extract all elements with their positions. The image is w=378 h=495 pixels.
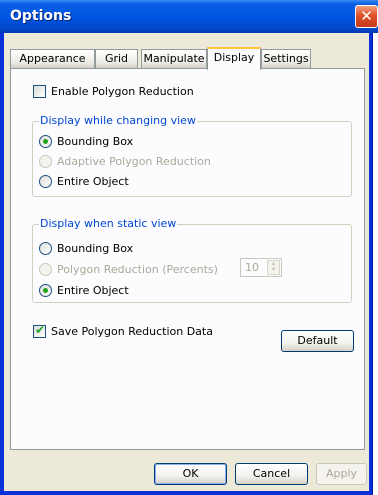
- display-tab-panel: Enable Polygon Reduction Display while c…: [10, 68, 365, 450]
- radio-label: Polygon Reduction (Percents): [57, 262, 218, 276]
- static-polygon-reduction-radio: Polygon Reduction (Percents): [39, 261, 218, 277]
- default-button[interactable]: Default: [281, 330, 354, 352]
- close-button[interactable]: ✕: [355, 5, 378, 28]
- window-title: Options: [10, 8, 72, 24]
- cancel-button[interactable]: Cancel: [235, 463, 308, 485]
- save-reduction-data-label: Save Polygon Reduction Data: [51, 324, 213, 338]
- tab-manipulate[interactable]: Manipulate: [141, 49, 207, 68]
- static-entire-object-radio[interactable]: Entire Object: [39, 282, 129, 298]
- checkbox-box[interactable]: [33, 84, 46, 98]
- tab-settings[interactable]: Settings: [261, 49, 311, 68]
- title-bar[interactable]: Options: [0, 0, 378, 33]
- enable-polygon-reduction-label: Enable Polygon Reduction: [51, 84, 194, 98]
- changing-view-group-title: Display while changing view: [39, 114, 197, 127]
- apply-button: Apply: [316, 463, 367, 485]
- percent-spinbox: 10 ▲ ▼: [240, 258, 282, 277]
- radio-button[interactable]: [39, 241, 52, 255]
- checkmark-icon: ✔: [35, 322, 46, 337]
- changing-adaptive-reduction-radio: Adaptive Polygon Reduction: [39, 153, 211, 169]
- static-view-group-title: Display when static view: [39, 217, 178, 230]
- changing-entire-object-radio[interactable]: Entire Object: [39, 173, 129, 189]
- changing-bounding-box-radio[interactable]: Bounding Box: [39, 133, 133, 149]
- tab-appearance[interactable]: Appearance: [10, 49, 95, 68]
- radio-label: Bounding Box: [57, 241, 134, 255]
- enable-polygon-reduction-checkbox[interactable]: Enable Polygon Reduction: [33, 83, 194, 99]
- ok-button[interactable]: OK: [154, 463, 227, 485]
- radio-label: Entire Object: [57, 174, 129, 188]
- tab-display[interactable]: Display: [207, 47, 261, 70]
- radio-button[interactable]: [39, 174, 52, 188]
- dialog-body: Appearance Grid Manipulate Display Setti…: [4, 33, 369, 491]
- close-icon: ✕: [360, 7, 373, 25]
- radio-button: [39, 154, 52, 168]
- static-bounding-box-radio[interactable]: Bounding Box: [39, 240, 133, 256]
- spin-arrows-icon: ▲ ▼: [267, 260, 280, 275]
- percent-value: 10: [245, 261, 259, 274]
- radio-button: [39, 262, 52, 276]
- radio-label: Adaptive Polygon Reduction: [57, 154, 211, 168]
- changing-view-group: Display while changing view Bounding Box…: [32, 114, 352, 197]
- radio-button[interactable]: [39, 134, 52, 148]
- save-reduction-data-checkbox[interactable]: ✔ Save Polygon Reduction Data: [33, 323, 213, 339]
- tab-grid[interactable]: Grid: [95, 49, 138, 68]
- checkbox-box[interactable]: ✔: [33, 322, 46, 338]
- radio-label: Bounding Box: [57, 134, 134, 148]
- static-view-group: Display when static view Bounding Box Po…: [32, 217, 352, 303]
- radio-button[interactable]: [39, 283, 52, 297]
- options-dialog: Options ✕ Appearance Grid Manipulate Dis…: [0, 0, 378, 495]
- radio-label: Entire Object: [57, 283, 129, 297]
